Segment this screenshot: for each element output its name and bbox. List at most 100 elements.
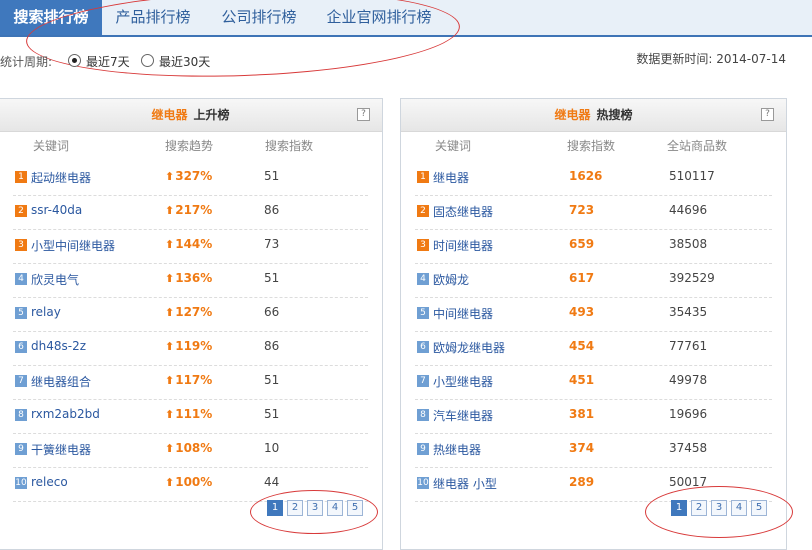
keyword-link[interactable]: 欧姆龙继电器	[433, 339, 505, 356]
radio-30days[interactable]	[141, 54, 154, 67]
up-arrow-icon: ⬆	[165, 442, 175, 455]
update-date: 2014-07-14	[716, 52, 786, 66]
page-5-button[interactable]: 5	[347, 500, 363, 516]
page-2-button[interactable]: 2	[287, 500, 303, 516]
search-index: 381	[569, 407, 595, 421]
page-1-button[interactable]: 1	[267, 500, 283, 516]
keyword-link[interactable]: dh48s-2z	[31, 339, 86, 353]
table-row: 2 固态继电器 723 44696	[415, 197, 772, 230]
rank-badge: 4	[417, 273, 429, 285]
search-index: 44	[264, 475, 280, 489]
rising-panel-header: 继电器 上升榜 ?	[0, 99, 382, 132]
tab-product-ranking[interactable]: 产品排行榜	[104, 0, 202, 35]
trend-value: ⬆108%	[165, 441, 212, 455]
search-index: 51	[264, 271, 280, 285]
rank-badge: 3	[15, 239, 27, 251]
product-count: 77761	[669, 339, 708, 353]
table-row: 9 干簧继电器 ⬆108% 10	[13, 435, 368, 468]
up-arrow-icon: ⬆	[165, 170, 175, 183]
search-index: 493	[569, 305, 595, 319]
col-keyword: 关键词	[435, 139, 472, 153]
table-row: 6 欧姆龙继电器 454 77761	[415, 333, 772, 366]
product-count: 37458	[669, 441, 708, 455]
table-row: 3 小型中间继电器 ⬆144% 73	[13, 231, 368, 264]
keyword-link[interactable]: 热继电器	[433, 441, 481, 458]
tab-search-ranking[interactable]: 搜索排行榜	[0, 0, 102, 35]
rank-badge: 3	[417, 239, 429, 251]
keyword-link[interactable]: 欧姆龙	[433, 271, 469, 288]
product-count: 392529	[669, 271, 715, 285]
table-row: 6 dh48s-2z ⬆119% 86	[13, 333, 368, 366]
table-row: 10 继电器 小型 289 50017	[415, 469, 772, 502]
search-index: 66	[264, 305, 280, 319]
keyword-link[interactable]: relay	[31, 305, 61, 319]
table-row: 8 rxm2ab2bd ⬆111% 51	[13, 401, 368, 434]
page-3-button[interactable]: 3	[307, 500, 323, 516]
trend-value: ⬆117%	[165, 373, 212, 387]
search-index: 51	[264, 169, 280, 183]
product-count: 38508	[669, 237, 708, 251]
rising-list: 1 起动继电器 ⬆327% 51 2 ssr-40da ⬆217% 86 3 小型中间继电器 ⬆14…	[13, 163, 368, 503]
table-header: 关键词 搜索趋势 搜索指数	[0, 137, 382, 159]
table-row: 1 继电器 1626 510117	[415, 163, 772, 196]
rank-badge: 1	[417, 171, 429, 183]
keyword-link[interactable]: 时间继电器	[433, 237, 493, 254]
up-arrow-icon: ⬆	[165, 238, 175, 251]
search-index: 289	[569, 475, 595, 489]
panel-keyword: 继电器	[151, 108, 188, 122]
rank-badge: 9	[15, 443, 27, 455]
keyword-link[interactable]: 中间继电器	[433, 305, 493, 322]
up-arrow-icon: ⬆	[165, 374, 175, 387]
page-2-button[interactable]: 2	[691, 500, 707, 516]
page-4-button[interactable]: 4	[327, 500, 343, 516]
product-count: 50017	[669, 475, 708, 489]
trend-percent: 327%	[175, 169, 213, 183]
keyword-link[interactable]: ssr-40da	[31, 203, 82, 217]
page-1-button[interactable]: 1	[671, 500, 687, 516]
table-header: 关键词 搜索指数 全站商品数	[401, 137, 786, 159]
keyword-link[interactable]: 汽车继电器	[433, 407, 493, 424]
help-icon[interactable]: ?	[761, 108, 774, 121]
page-3-button[interactable]: 3	[711, 500, 727, 516]
radio-label-7days[interactable]: 最近7天	[86, 53, 130, 70]
keyword-link[interactable]: 小型继电器	[433, 373, 493, 390]
help-icon[interactable]: ?	[357, 108, 370, 121]
keyword-link[interactable]: 继电器 小型	[433, 475, 497, 492]
keyword-link[interactable]: 起动继电器	[31, 169, 91, 186]
tab-company-ranking[interactable]: 公司排行榜	[208, 0, 310, 35]
trend-percent: 119%	[175, 339, 213, 353]
trend-percent: 100%	[175, 475, 213, 489]
up-arrow-icon: ⬆	[165, 272, 175, 285]
radio-7days[interactable]	[68, 54, 81, 67]
search-index: 51	[264, 373, 280, 387]
keyword-link[interactable]: 固态继电器	[433, 203, 493, 220]
search-index: 451	[569, 373, 595, 387]
tab-bar: 搜索排行榜 产品排行榜 公司排行榜 企业官网排行榜	[0, 0, 812, 37]
search-index: 1626	[569, 169, 603, 183]
trend-percent: 144%	[175, 237, 213, 251]
keyword-link[interactable]: 继电器组合	[31, 373, 91, 390]
radio-label-30days[interactable]: 最近30天	[159, 53, 210, 70]
up-arrow-icon: ⬆	[165, 204, 175, 217]
hot-panel: 继电器 热搜榜 ? 关键词 搜索指数 全站商品数 1 继电器 1626 510117 2 固…	[400, 98, 787, 550]
up-arrow-icon: ⬆	[165, 340, 175, 353]
page-4-button[interactable]: 4	[731, 500, 747, 516]
table-row: 3 时间继电器 659 38508	[415, 231, 772, 264]
page-5-button[interactable]: 5	[751, 500, 767, 516]
keyword-link[interactable]: 继电器	[433, 169, 469, 186]
keyword-link[interactable]: 欣灵电气	[31, 271, 79, 288]
update-time: 数据更新时间: 2014-07-14	[636, 50, 786, 67]
period-label: 统计周期:	[0, 55, 53, 69]
keyword-link[interactable]: 干簧继电器	[31, 441, 91, 458]
table-row: 1 起动继电器 ⬆327% 51	[13, 163, 368, 196]
keyword-link[interactable]: releco	[31, 475, 68, 489]
search-index: 723	[569, 203, 595, 217]
tab-official-site-ranking[interactable]: 企业官网排行榜	[314, 0, 444, 35]
up-arrow-icon: ⬆	[165, 408, 175, 421]
keyword-link[interactable]: rxm2ab2bd	[31, 407, 100, 421]
search-index: 10	[264, 441, 280, 455]
product-count: 44696	[669, 203, 708, 217]
rank-badge: 5	[417, 307, 429, 319]
keyword-link[interactable]: 小型中间继电器	[31, 237, 115, 254]
col-count: 全站商品数	[667, 139, 728, 153]
